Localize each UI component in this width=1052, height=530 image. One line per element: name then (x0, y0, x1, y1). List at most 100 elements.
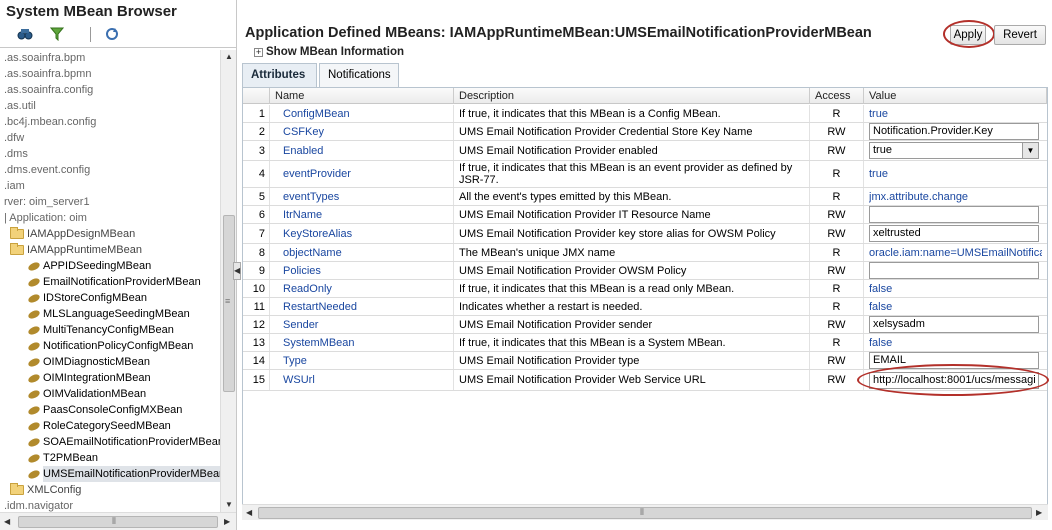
attribute-name[interactable]: ItrName (270, 206, 454, 223)
column-header-access[interactable]: Access (810, 88, 864, 104)
attribute-name[interactable]: CSFKey (270, 123, 454, 140)
tree-folder[interactable]: IAMAppRuntimeMBean (10, 242, 142, 258)
attribute-value-input[interactable]: xelsysadm (869, 316, 1039, 333)
attribute-name[interactable]: objectName (270, 244, 454, 261)
attribute-value-input[interactable]: xeltrusted (869, 225, 1039, 242)
attribute-description: UMS Email Notification Provider IT Resou… (454, 206, 810, 223)
attribute-name[interactable]: ConfigMBean (270, 105, 454, 122)
tree-mbean[interactable]: T2PMBean (27, 450, 98, 466)
table-row[interactable]: 11 RestartNeeded Indicates whether a resta… (243, 298, 1047, 316)
attribute-name[interactable]: eventTypes (270, 188, 454, 205)
filter-icon[interactable] (49, 26, 65, 42)
tree-node[interactable]: rver: oim_server1 (4, 194, 90, 210)
attribute-value[interactable]: oracle.iam:name=UMSEmailNotifica... (869, 247, 1042, 259)
attribute-value-select[interactable]: true ▼ (869, 142, 1039, 159)
tab-attributes[interactable]: Attributes (242, 63, 317, 88)
table-row[interactable]: 4 eventProvider If true, it indicates that… (243, 161, 1047, 188)
attribute-name[interactable]: RestartNeeded (270, 298, 454, 315)
attribute-value-input[interactable] (869, 206, 1039, 223)
tree-vertical-scrollbar[interactable]: ▲ ≡ ▼ (220, 50, 236, 512)
tree-mbean[interactable]: EmailNotificationProviderMBean (27, 274, 201, 290)
tree-mbean[interactable]: OIMDiagnosticMBean (27, 354, 150, 370)
tree-mbean[interactable]: OIMIntegrationMBean (27, 370, 151, 386)
scroll-down-icon[interactable]: ▼ (225, 500, 233, 509)
attribute-value[interactable]: false (869, 337, 892, 349)
attribute-value[interactable]: false (869, 301, 892, 313)
tree-mbean[interactable]: APPIDSeedingMBean (27, 258, 151, 274)
column-header-value[interactable]: Value (864, 88, 1047, 104)
tree-mbean[interactable]: PaasConsoleConfigMXBean (27, 402, 182, 418)
tree-folder[interactable]: XMLConfig (10, 482, 81, 498)
tree-node[interactable]: .dms.event.config (4, 162, 90, 178)
show-mbean-info-toggle[interactable]: + Show MBean Information (254, 46, 404, 58)
attribute-name[interactable]: Enabled (270, 141, 454, 160)
tree-mbean[interactable]: MLSLanguageSeedingMBean (27, 306, 190, 322)
tree-mbean[interactable]: MultiTenancyConfigMBean (27, 322, 174, 338)
scroll-thumb[interactable] (18, 516, 218, 528)
tab-notifications[interactable]: Notifications (319, 63, 399, 88)
table-row[interactable]: 9 Policies UMS Email Notification Provider… (243, 262, 1047, 280)
scroll-right-icon[interactable]: ▶ (1036, 508, 1042, 517)
tree-node[interactable]: .bc4j.mbean.config (4, 114, 96, 130)
table-row[interactable]: 2 CSFKey UMS Email Notification Provider C… (243, 123, 1047, 141)
tree-node[interactable]: .idm.navigator (4, 498, 73, 512)
refresh-icon[interactable] (104, 26, 120, 42)
tree-node[interactable]: | Application: oim (4, 210, 87, 226)
tree-mbean[interactable]: RoleCategorySeedMBean (27, 418, 171, 434)
attribute-access: RW (810, 123, 864, 140)
tree-node[interactable]: .as.soainfra.config (4, 82, 93, 98)
tree-node[interactable]: .as.soainfra.bpmn (4, 66, 91, 82)
chevron-down-icon[interactable]: ▼ (1022, 143, 1038, 158)
attribute-name[interactable]: KeyStoreAlias (270, 224, 454, 243)
attribute-name[interactable]: Sender (270, 316, 454, 333)
attribute-value[interactable]: true (869, 168, 888, 180)
table-row[interactable]: 13 SystemMBean If true, it indicates that … (243, 334, 1047, 352)
attribute-name[interactable]: Type (270, 352, 454, 369)
column-header-description[interactable]: Description (454, 88, 810, 104)
table-row[interactable]: 3 Enabled UMS Email Notification Provider … (243, 141, 1047, 161)
attribute-name[interactable]: SystemMBean (270, 334, 454, 351)
tree-mbean[interactable]: OIMValidationMBean (27, 386, 146, 402)
table-row[interactable]: 7 KeyStoreAlias UMS Email Notification Pro… (243, 224, 1047, 244)
collapse-panel-icon[interactable]: ◀ (233, 262, 241, 280)
table-row[interactable]: 5 eventTypes All the event's types emitted… (243, 188, 1047, 206)
tree-node[interactable]: .dfw (4, 130, 24, 146)
tree-mbean[interactable]: SOAEmailNotificationProviderMBean (27, 434, 220, 450)
scroll-up-icon[interactable]: ▲ (225, 52, 233, 61)
find-icon[interactable] (17, 26, 33, 42)
attribute-value[interactable]: true (869, 108, 888, 120)
scroll-left-icon[interactable]: ◀ (246, 508, 252, 517)
tree-folder[interactable]: IAMAppDesignMBean (10, 226, 135, 242)
column-header-name[interactable]: Name (270, 88, 454, 104)
tree-mbean[interactable]: NotificationPolicyConfigMBean (27, 338, 193, 354)
tree-node-label: SOAEmailNotificationProviderMBean (43, 436, 220, 448)
tree-node[interactable]: .iam (4, 178, 25, 194)
scroll-left-icon[interactable]: ◀ (4, 517, 10, 526)
table-row[interactable]: 8 objectName The MBean's unique JMX name Ro… (243, 244, 1047, 262)
attribute-value-cell (864, 262, 1047, 279)
tree-node[interactable]: .dms (4, 146, 28, 162)
attribute-name[interactable]: ReadOnly (270, 280, 454, 297)
attribute-value[interactable]: false (869, 283, 892, 295)
table-row[interactable]: 10 ReadOnly If true, it indicates that thi… (243, 280, 1047, 298)
attribute-name[interactable]: WSUrl (270, 370, 454, 390)
tree-node[interactable]: .as.util (4, 98, 36, 114)
mbean-icon (27, 292, 41, 304)
tree-mbean[interactable]: IDStoreConfigMBean (27, 290, 147, 306)
revert-button[interactable]: Revert (994, 25, 1046, 45)
attribute-name[interactable]: Policies (270, 262, 454, 279)
attribute-name[interactable]: eventProvider (270, 161, 454, 187)
table-row[interactable]: 6 ItrName UMS Email Notification Provider … (243, 206, 1047, 224)
attribute-value[interactable]: jmx.attribute.change (869, 191, 968, 203)
scroll-right-icon[interactable]: ▶ (224, 517, 230, 526)
table-row[interactable]: 1 ConfigMBean If true, it indicates that t… (243, 105, 1047, 123)
attribute-value-input[interactable] (869, 262, 1039, 279)
tree-mbean[interactable]: UMSEmailNotificationProviderMBean (27, 466, 220, 482)
attribute-value-input[interactable]: Notification.Provider.Key (869, 123, 1039, 140)
tree-horizontal-scrollbar[interactable]: ◀ ⦀ ▶ (0, 512, 236, 530)
scroll-thumb[interactable] (258, 507, 1032, 519)
table-horizontal-scrollbar[interactable]: ◀ ⦀ ▶ (242, 504, 1048, 520)
expand-icon[interactable]: + (254, 47, 263, 57)
tree-node[interactable]: .as.soainfra.bpm (4, 50, 85, 66)
table-row[interactable]: 12 Sender UMS Email Notification Provider … (243, 316, 1047, 334)
